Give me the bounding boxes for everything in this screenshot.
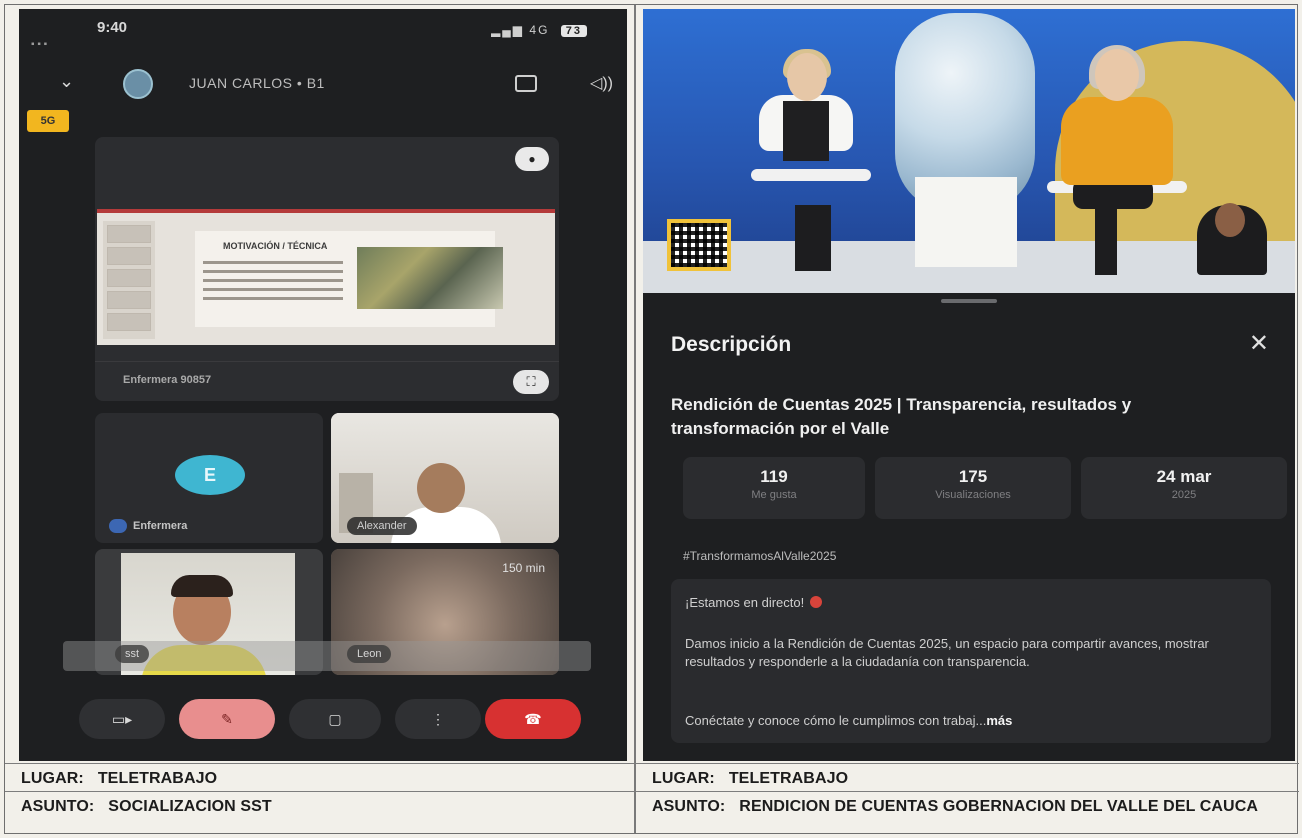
chevron-down-icon[interactable]: ⌄ (59, 71, 74, 92)
stat-label: Me gusta (751, 489, 797, 501)
evidence-table: 9:40 ▪ ▪ ▪ ▂▄▆ 4G 73 ⌄ JUAN CARLOS • B1 … (4, 4, 1299, 835)
speaker-vest (783, 101, 829, 161)
column-divider (634, 5, 636, 833)
signal-icon: ▂▄▆ (491, 23, 525, 37)
call-controls: ▭▸ ✎ ▢ ⋮ ☎ (19, 699, 627, 749)
participant-tile[interactable]: E Enfermera (95, 413, 323, 543)
right-screenshot: Descripción ✕ Rendición de Cuentas 2025 … (643, 9, 1295, 761)
camera-button[interactable]: ▭▸ (79, 699, 165, 739)
interpreter-head (1215, 203, 1245, 237)
speaker-legs (795, 205, 831, 271)
stat-label: 2025 (1171, 489, 1197, 501)
description-text: Damos inicio a la Rendición de Cuentas 2… (685, 636, 1209, 669)
group-avatar (123, 69, 153, 99)
report-sheet: 9:40 ▪ ▪ ▪ ▂▄▆ 4G 73 ⌄ JUAN CARLOS • B1 … (0, 0, 1302, 838)
slide-photo (357, 247, 503, 309)
left-asunto: ASUNTO: SOCIALIZACION SST (21, 798, 272, 815)
description-teaser: Conéctate y conoce cómo le cumplimos con… (685, 713, 1013, 728)
right-asunto: ASUNTO: RENDICION DE CUENTAS GOBERNACION … (652, 798, 1259, 815)
status-icons: ▂▄▆ 4G 73 (491, 23, 587, 37)
mute-button[interactable]: ✎ (179, 699, 275, 739)
status-time: 9:40 (97, 19, 128, 36)
caption-row-lugar: LUGAR: TELETRABAJO LUGAR: TELETRABAJO (5, 763, 1299, 791)
more-link[interactable]: más (986, 713, 1012, 728)
description-sheet: Descripción ✕ Rendición de Cuentas 2025 … (643, 293, 1295, 761)
chat-icon: ▢ (328, 711, 342, 727)
side-table (915, 177, 1017, 267)
hashtag-link[interactable]: #TransformamosAlValle2025 (683, 549, 836, 563)
stat-value: 24 mar (1156, 467, 1212, 486)
slide-thumbnails (103, 221, 155, 339)
network-label: 4G (529, 23, 550, 37)
more-icon: ⋮ (431, 711, 445, 727)
quality-badge: 5G (27, 110, 69, 132)
participant-chip: sst (115, 645, 150, 663)
close-icon[interactable]: ✕ (1249, 329, 1269, 358)
livestream-video[interactable] (643, 9, 1295, 293)
mic-off-icon: ✎ (221, 711, 233, 727)
stat-likes: 119 Me gusta (683, 457, 865, 519)
live-text: ¡Estamos en directo! (685, 595, 823, 610)
call-title[interactable]: JUAN CARLOS • B1 (189, 75, 325, 91)
expand-icon[interactable]: ⛶ (513, 370, 549, 394)
stat-value: 175 (958, 467, 988, 486)
more-button[interactable]: ⋮ (395, 699, 481, 739)
participant-name: Alexander (347, 517, 417, 535)
right-lugar: LUGAR: TELETRABAJO (652, 770, 849, 787)
end-call-button[interactable]: ☎ (485, 699, 581, 739)
participant-head (417, 463, 465, 513)
caption-row-asunto: ASUNTO: SOCIALIZACION SST ASUNTO: RENDICIO… (5, 791, 1299, 835)
stat-views: 175 Visualizaciones (875, 457, 1071, 519)
participant-chip: Leon (347, 645, 392, 663)
shared-slide: MOTIVACIÓN / TÉCNICA (97, 209, 555, 345)
participant-name-strip: sst Leon (63, 641, 591, 671)
video-title: Rendición de Cuentas 2025 | Transparenci… (671, 395, 1132, 438)
participant-tile[interactable]: Alexander (331, 413, 559, 543)
call-header: ⌄ JUAN CARLOS • B1 ◁)) (19, 61, 627, 111)
drag-handle[interactable] (941, 299, 997, 303)
speaker-legs (1095, 203, 1117, 275)
stat-value: 119 (760, 467, 788, 486)
description-body: ¡Estamos en directo! Damos inicio a la R… (671, 579, 1271, 743)
battery-icon: 73 (560, 25, 587, 37)
mic-icon (109, 519, 127, 533)
screen-share-icon[interactable] (515, 75, 537, 92)
screen-share-tile[interactable]: ● MOTIVACIÓN / TÉCNICA Enfermera 90857 ⛶ (95, 137, 559, 401)
video-call-screen: 9:40 ▪ ▪ ▪ ▂▄▆ 4G 73 ⌄ JUAN CARLOS • B1 … (19, 9, 627, 761)
left-lugar: LUGAR: TELETRABAJO (21, 770, 218, 787)
participant-hair (171, 575, 233, 597)
call-duration: 150 min (502, 561, 545, 575)
video-stats: 119 Me gusta 175 Visualizaciones 24 mar … (683, 457, 1287, 519)
status-bar: 9:40 ▪ ▪ ▪ ▂▄▆ 4G 73 (19, 9, 627, 55)
description-heading: Descripción (671, 333, 792, 356)
screen-share-footer: Enfermera 90857 ⛶ (95, 361, 559, 401)
eye-icon[interactable]: ● (515, 147, 549, 171)
camera-icon: ▭▸ (111, 711, 133, 727)
speaker-jacket (1061, 97, 1173, 185)
status-carrier: ▪ ▪ ▪ (31, 39, 48, 50)
live-dot-icon (810, 596, 823, 608)
stat-label: Visualizaciones (935, 489, 1011, 501)
speaker-head (787, 53, 827, 101)
chat-button[interactable]: ▢ (289, 699, 381, 739)
stat-date: 24 mar 2025 (1081, 457, 1287, 519)
presenter-label: Enfermera 90857 (123, 374, 212, 386)
participant-name: Enfermera (109, 519, 187, 533)
left-screenshot: 9:40 ▪ ▪ ▪ ▂▄▆ 4G 73 ⌄ JUAN CARLOS • B1 … (19, 9, 627, 761)
qr-code-icon (667, 219, 731, 271)
speaker-head (1095, 49, 1139, 101)
end-call-icon: ☎ (524, 711, 542, 727)
participant-avatar: E (175, 455, 245, 495)
speaker-icon[interactable]: ◁)) (590, 73, 613, 93)
chair (751, 169, 871, 181)
slide-text-lines (203, 261, 343, 306)
slide-title: MOTIVACIÓN / TÉCNICA (223, 241, 328, 251)
